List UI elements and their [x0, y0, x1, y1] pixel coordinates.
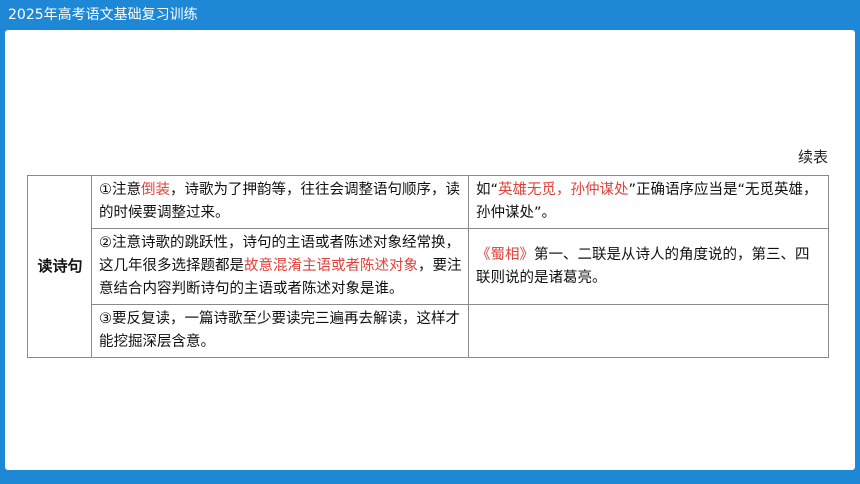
table-cell: ②注意诗歌的跳跃性，诗句的主语或者陈述对象经常换，这几年很多选择题都是故意混淆主… [91, 228, 469, 305]
highlight-text: 倒装 [141, 182, 170, 198]
table-cell: ①注意倒装，诗歌为了押韵等，往往会调整语句顺序，读的时候要调整过来。 [91, 175, 469, 229]
row-header: 读诗句 [27, 175, 92, 358]
table-cell-empty [468, 304, 829, 358]
highlight-text: 故意混淆主语或者陈述对象 [244, 258, 418, 274]
table-row: 读诗句 ①注意倒装，诗歌为了押韵等，往往会调整语句顺序，读的时候要调整过来。 如… [27, 175, 829, 358]
continuation-label: 续表 [797, 148, 828, 166]
cell-text: 如“ [476, 182, 499, 198]
cell-text: ③要反复读，一篇诗歌至少要读完三遍再去解读，这样才能挖掘深层含意。 [99, 311, 460, 350]
table-row: ③要反复读，一篇诗歌至少要读完三遍再去解读，这样才能挖掘深层含意。 [28, 304, 829, 358]
footer-bar [0, 470, 860, 484]
table-cell: 如“英雄无觅，孙仲谋处”正确语序应当是“无觅英雄，孙仲谋处”。 [468, 175, 829, 229]
table-cell: 《蜀相》第一、二联是从诗人的角度说的，第三、四联则说的是诸葛亮。 [468, 228, 829, 305]
header-bar: 2025年高考语文基础复习训练 [0, 0, 860, 30]
reading-table: 读诗句 ①注意倒装，诗歌为了押韵等，往往会调整语句顺序，读的时候要调整过来。 如… [27, 175, 829, 358]
highlight-text: 《蜀相》 [476, 246, 534, 263]
highlight-text: 英雄无觅，孙仲谋处 [498, 182, 629, 198]
header-title: 2025年高考语文基础复习训练 [8, 7, 198, 23]
table-row: ②注意诗歌的跳跃性，诗句的主语或者陈述对象经常换，这几年很多选择题都是故意混淆主… [28, 228, 829, 305]
cell-text: ①注意 [99, 182, 141, 198]
table-cell: ③要反复读，一篇诗歌至少要读完三遍再去解读，这样才能挖掘深层含意。 [91, 304, 469, 358]
